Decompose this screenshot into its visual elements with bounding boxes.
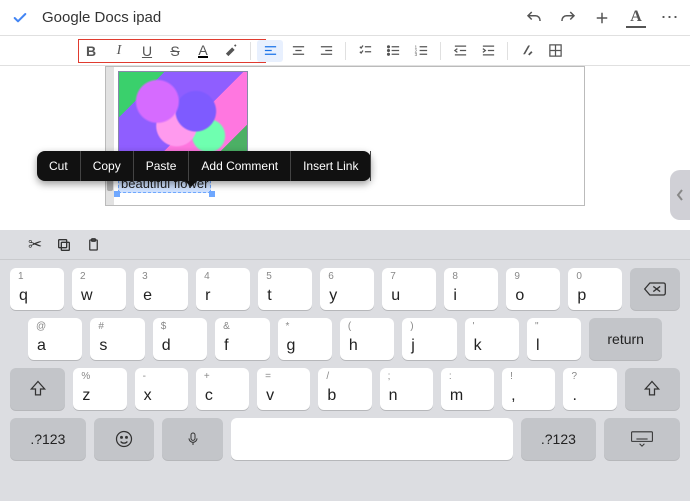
ctx-insert-link[interactable]: Insert Link [291, 151, 371, 181]
key-b[interactable]: /b [318, 368, 371, 410]
key-k[interactable]: 'k [465, 318, 519, 360]
side-pull-handle[interactable] [670, 170, 690, 220]
align-left-button[interactable] [257, 40, 283, 62]
key-e[interactable]: 3e [134, 268, 188, 310]
checklist-button[interactable] [352, 40, 378, 62]
key-c[interactable]: +c [196, 368, 249, 410]
kbd-paste-icon[interactable] [86, 237, 101, 253]
indent-button[interactable] [475, 40, 501, 62]
key-q[interactable]: 1q [10, 268, 64, 310]
context-menu: Cut Copy Paste Add Comment Insert Link [37, 151, 371, 181]
key-d[interactable]: $d [153, 318, 207, 360]
kbd-copy-icon[interactable] [56, 237, 72, 253]
key-i[interactable]: 8i [444, 268, 498, 310]
key-g[interactable]: *g [278, 318, 332, 360]
bold-button[interactable]: B [78, 40, 104, 62]
svg-text:3: 3 [414, 52, 417, 57]
key-dictation[interactable] [162, 418, 223, 460]
document-title[interactable]: Google Docs ipad [30, 9, 524, 26]
key-r[interactable]: 4r [196, 268, 250, 310]
key-y[interactable]: 6y [320, 268, 374, 310]
key-f[interactable]: &f [215, 318, 269, 360]
key-shift-right[interactable] [625, 368, 680, 410]
ctx-add-comment[interactable]: Add Comment [189, 151, 291, 181]
key-t[interactable]: 5t [258, 268, 312, 310]
key-z[interactable]: %z [73, 368, 126, 410]
key-u[interactable]: 7u [382, 268, 436, 310]
keyboard-toolbar: ✂ [0, 230, 690, 260]
ctx-copy[interactable]: Copy [81, 151, 134, 181]
key-backspace[interactable] [630, 268, 680, 310]
key-s[interactable]: #s [90, 318, 144, 360]
strikethrough-button[interactable]: S [162, 40, 188, 62]
align-right-button[interactable] [313, 40, 339, 62]
document-page[interactable]: beautiful flower [105, 66, 585, 206]
ctx-paste[interactable]: Paste [134, 151, 190, 181]
confirm-check-icon[interactable] [10, 8, 30, 28]
key-p[interactable]: 0p [568, 268, 622, 310]
numbered-list-button[interactable]: 123 [408, 40, 434, 62]
onscreen-keyboard: ✂ 1q2w3e4r5t6y7u8i9o0p @a#s$d&f*g(h)j'k"… [0, 230, 690, 501]
key-,[interactable]: !, [502, 368, 555, 410]
kbd-cut-icon[interactable]: ✂ [28, 235, 42, 255]
undo-icon[interactable] [524, 8, 544, 28]
key-m[interactable]: :m [441, 368, 494, 410]
key-n[interactable]: ;n [380, 368, 433, 410]
key-numeric-left[interactable]: .?123 [10, 418, 86, 460]
italic-button[interactable]: I [106, 40, 132, 62]
key-j[interactable]: )j [402, 318, 456, 360]
highlight-button[interactable] [218, 40, 244, 62]
key-h[interactable]: (h [340, 318, 394, 360]
underline-button[interactable]: U [134, 40, 160, 62]
key-a[interactable]: @a [28, 318, 82, 360]
redo-icon[interactable] [558, 8, 578, 28]
key-w[interactable]: 2w [72, 268, 126, 310]
key-v[interactable]: =v [257, 368, 310, 410]
key-o[interactable]: 9o [506, 268, 560, 310]
key-numeric-right[interactable]: .?123 [521, 418, 597, 460]
key-return[interactable]: return [589, 318, 662, 360]
document-area: beautiful flower [0, 66, 690, 230]
text-color-button[interactable]: A [190, 40, 216, 62]
ctx-cut[interactable]: Cut [37, 151, 81, 181]
bullet-list-button[interactable] [380, 40, 406, 62]
key-hide-keyboard[interactable] [604, 418, 680, 460]
key-l[interactable]: "l [527, 318, 581, 360]
key-shift-left[interactable] [10, 368, 65, 410]
add-icon[interactable] [592, 8, 612, 28]
align-center-button[interactable] [285, 40, 311, 62]
outdent-button[interactable] [447, 40, 473, 62]
key-emoji[interactable] [94, 418, 155, 460]
insert-table-button[interactable] [542, 40, 568, 62]
clear-format-button[interactable] [514, 40, 540, 62]
key-.[interactable]: ?. [563, 368, 616, 410]
format-toolbar: B I U S A 123 [0, 36, 690, 66]
key-space[interactable] [231, 418, 513, 460]
app-top-bar: Google Docs ipad A ⋯ [0, 0, 690, 36]
text-format-icon[interactable]: A [626, 8, 646, 28]
key-x[interactable]: -x [135, 368, 188, 410]
more-icon[interactable]: ⋯ [660, 8, 680, 28]
